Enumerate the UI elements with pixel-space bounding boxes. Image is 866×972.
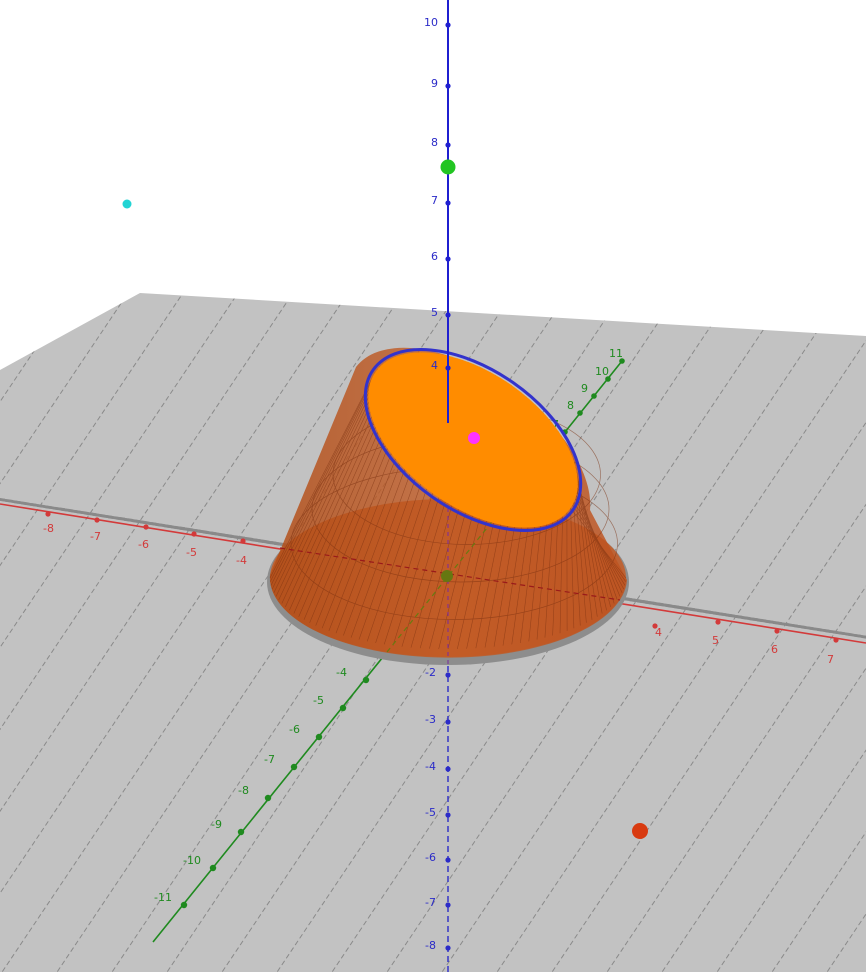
y-tick-label: 8 — [567, 399, 574, 412]
y-tick — [315, 733, 323, 741]
red-point[interactable] — [632, 823, 648, 839]
z-tick-label: 9 — [431, 77, 438, 90]
x-tick — [45, 511, 51, 517]
z-tick-label: -8 — [425, 939, 436, 952]
z-tick — [445, 142, 451, 148]
y-tick — [577, 410, 583, 416]
y-tick-label: -8 — [238, 784, 249, 797]
geometry-3d-view[interactable]: -8 -7 -6 -5 -4 4 5 6 7 -4 -5 -6 -7 -8 -9 -10 -11 7 8 9 10 11… — [0, 0, 866, 972]
z-tick — [445, 857, 451, 863]
x-tick-label: 4 — [655, 626, 662, 639]
x-tick — [143, 524, 149, 530]
y-tick-label: -4 — [336, 666, 347, 679]
x-tick — [715, 619, 721, 625]
z-tick — [445, 365, 451, 371]
z-tick-label: -3 — [425, 713, 436, 726]
z-tick-label: -6 — [425, 851, 436, 864]
z-tick — [445, 812, 451, 818]
origin-point[interactable] — [441, 570, 453, 582]
x-tick — [191, 531, 197, 537]
z-tick — [445, 719, 451, 725]
y-tick — [237, 828, 245, 836]
z-tick — [445, 256, 451, 262]
x-tick-label: -8 — [43, 522, 54, 535]
z-tick-label: 7 — [431, 194, 438, 207]
y-tick-label: -9 — [211, 818, 222, 831]
y-tick-label: -7 — [264, 753, 275, 766]
y-tick — [591, 393, 597, 399]
x-tick-label: 5 — [712, 634, 719, 647]
y-tick-label: 10 — [595, 365, 609, 378]
z-tick-label: -2 — [425, 666, 436, 679]
x-tick-label: 7 — [827, 653, 834, 666]
z-tick-label: -4 — [425, 760, 436, 773]
y-tick — [339, 704, 347, 712]
cyan-point[interactable] — [122, 199, 132, 209]
x-tick-label: 6 — [771, 643, 778, 656]
z-tick-label: 8 — [431, 136, 438, 149]
z-tick — [445, 200, 451, 206]
y-tick — [264, 794, 272, 802]
z-tick — [445, 945, 451, 951]
x-tick-label: -5 — [186, 546, 197, 559]
z-tick-label: 6 — [431, 250, 438, 263]
green-point[interactable] — [440, 159, 456, 175]
x-tick — [833, 637, 839, 643]
y-tick-label: 9 — [581, 382, 588, 395]
x-tick-label: -7 — [90, 530, 101, 543]
z-tick-label: -7 — [425, 896, 436, 909]
z-tick-label: -5 — [425, 806, 436, 819]
z-tick — [445, 672, 451, 678]
y-tick — [362, 676, 370, 684]
x-tick — [240, 538, 246, 544]
y-tick — [209, 864, 217, 872]
y-tick — [290, 763, 298, 771]
z-tick-label: 10 — [424, 16, 438, 29]
3d-scene[interactable]: -8-7-6-5-44567 -4-5-6-7-8-9-10-117891011… — [0, 0, 866, 972]
y-tick-label: -11 — [154, 891, 172, 904]
z-tick-label: 4 — [431, 359, 438, 372]
z-tick — [445, 902, 451, 908]
x-tick-label: -4 — [236, 554, 247, 567]
x-tick — [94, 517, 100, 523]
z-tick — [445, 83, 451, 89]
magenta-point[interactable] — [468, 432, 480, 444]
y-tick — [180, 901, 188, 909]
z-tick — [445, 766, 451, 772]
y-tick-label: -10 — [183, 854, 201, 867]
z-tick-label: 5 — [431, 306, 438, 319]
y-tick-label: -5 — [313, 694, 324, 707]
y-tick-label: 11 — [609, 347, 623, 360]
y-tick-label: -6 — [289, 723, 300, 736]
z-tick — [445, 22, 451, 28]
x-tick — [774, 628, 780, 634]
z-tick — [445, 312, 451, 318]
x-tick-label: -6 — [138, 538, 149, 551]
